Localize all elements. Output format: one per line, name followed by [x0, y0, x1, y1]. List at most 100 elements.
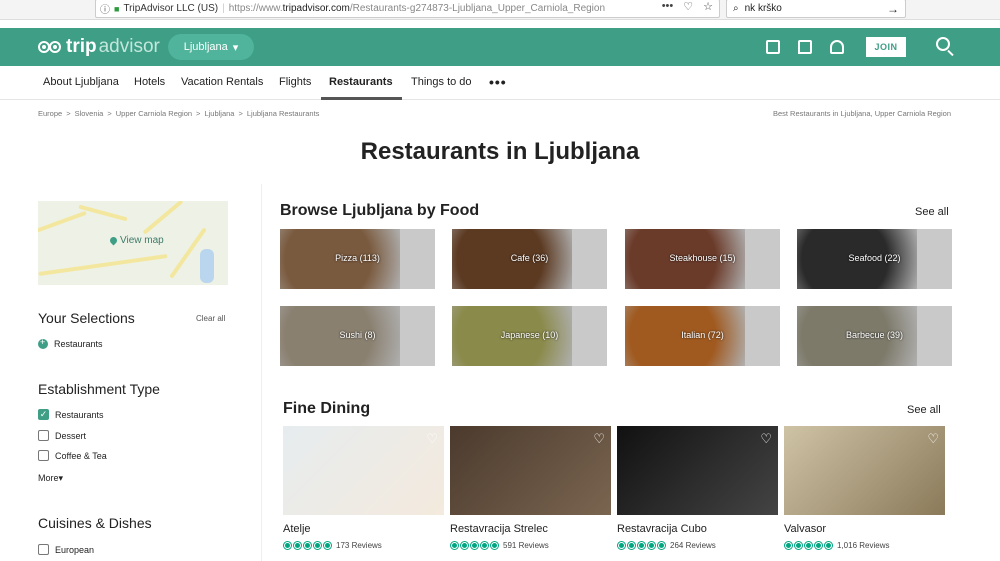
active-tab-indicator: [321, 97, 402, 100]
filter-coffee-tea[interactable]: Coffee & Tea: [38, 450, 107, 461]
filter-restaurants[interactable]: ✓ Restaurants: [38, 409, 104, 420]
checkbox[interactable]: [38, 430, 49, 441]
user-icon[interactable]: [830, 40, 844, 54]
map-thumbnail[interactable]: View map: [38, 201, 228, 285]
restaurant-name[interactable]: Valvasor: [784, 523, 945, 535]
food-category-tile[interactable]: Japanese (10): [452, 306, 607, 366]
nav-things-to-do[interactable]: Things to do: [411, 76, 472, 88]
filter-label: Coffee & Tea: [55, 450, 107, 461]
restaurant-photo[interactable]: ♡: [617, 426, 778, 515]
fine-dining-see-all-link[interactable]: See all: [907, 404, 941, 416]
food-category-tile[interactable]: Italian (72): [625, 306, 780, 366]
checkbox[interactable]: [38, 450, 49, 461]
restaurant-name[interactable]: Restavracija Cubo: [617, 523, 778, 535]
lock-icon: ■: [114, 3, 120, 14]
site-identity[interactable]: TripAdvisor LLC (US): [123, 3, 218, 14]
pocket-icon[interactable]: ♡: [683, 0, 693, 13]
rating-bubble: [804, 541, 813, 550]
briefcase-icon[interactable]: [766, 40, 780, 54]
cuisines-heading: Cuisines & Dishes: [38, 515, 152, 531]
breadcrumb-item[interactable]: Ljubljana: [204, 109, 234, 118]
review-count[interactable]: 1,016 Reviews: [837, 541, 889, 550]
rating-bubble: [480, 541, 489, 550]
breadcrumb-item[interactable]: Europe: [38, 109, 62, 118]
caret-down-icon: ▾: [58, 473, 64, 483]
nav-vacation-rentals[interactable]: Vacation Rentals: [181, 76, 263, 88]
more-label: More: [38, 473, 59, 483]
chat-icon[interactable]: [798, 40, 812, 54]
breadcrumb-page-heading: Best Restaurants in Ljubljana, Upper Car…: [772, 109, 951, 118]
page-actions-icon[interactable]: •••: [662, 0, 674, 13]
breadcrumb-item[interactable]: Slovenia: [75, 109, 104, 118]
more-filters-link[interactable]: More▾: [38, 473, 63, 484]
header-icons: JOIN: [766, 37, 906, 57]
remove-filter-icon[interactable]: [38, 337, 48, 349]
view-map-link[interactable]: View map: [108, 235, 164, 246]
review-count[interactable]: 591 Reviews: [503, 541, 549, 550]
your-selections-heading: Your Selections: [38, 310, 135, 326]
url-prefix: https://www.: [228, 3, 283, 14]
browser-search-input[interactable]: ⌕ nk krško →: [726, 0, 906, 18]
restaurant-photo[interactable]: ♡: [784, 426, 945, 515]
filter-dessert[interactable]: Dessert: [38, 430, 86, 441]
restaurant-card[interactable]: ♡ Restavracija Cubo 264 Reviews: [617, 426, 778, 550]
heart-icon[interactable]: ♡: [927, 431, 939, 447]
nav-flights[interactable]: Flights: [279, 76, 311, 88]
info-icon[interactable]: ⓘ: [100, 1, 110, 16]
restaurant-photo[interactable]: ♡: [450, 426, 611, 515]
rating-bubble: [814, 541, 823, 550]
rating-bubble: [647, 541, 656, 550]
food-category-tile[interactable]: Barbecue (39): [797, 306, 952, 366]
restaurant-card[interactable]: ♡ Valvasor 1,016 Reviews: [784, 426, 945, 550]
food-category-label: Pizza (113): [335, 253, 380, 263]
heart-icon[interactable]: ♡: [426, 431, 438, 447]
food-category-tile[interactable]: Pizza (113): [280, 229, 435, 289]
restaurant-photo[interactable]: ♡: [283, 426, 444, 515]
search-value: nk krško: [744, 3, 782, 14]
rating-bubbles-icon: [450, 541, 499, 550]
breadcrumb-item[interactable]: Upper Carniola Region: [116, 109, 192, 118]
restaurant-name[interactable]: Atelje: [283, 523, 444, 535]
rating-bubble: [824, 541, 833, 550]
food-category-tile[interactable]: Sushi (8): [280, 306, 435, 366]
food-category-label: Cafe (36): [510, 253, 549, 263]
heart-icon[interactable]: ♡: [593, 431, 605, 447]
rating-bubble: [794, 541, 803, 550]
nav-more-icon[interactable]: •••: [489, 74, 507, 90]
owl-logo-icon: [38, 40, 62, 54]
checkbox[interactable]: [38, 544, 49, 555]
food-category-label: Japanese (10): [500, 330, 559, 340]
nav-hotels[interactable]: Hotels: [134, 76, 165, 88]
heart-icon[interactable]: ♡: [760, 431, 772, 447]
nav-about[interactable]: About Ljubljana: [43, 76, 119, 88]
page-title: Restaurants in Ljubljana: [360, 138, 640, 165]
url-text[interactable]: https://www.tripadvisor.com/Restaurants-…: [229, 3, 619, 14]
rating-bubbles-icon: [283, 541, 332, 550]
search-go-icon[interactable]: →: [887, 2, 899, 16]
restaurant-card[interactable]: ♡ Restavracija Strelec 591 Reviews: [450, 426, 611, 550]
review-count[interactable]: 173 Reviews: [336, 541, 382, 550]
search-icon[interactable]: [936, 37, 950, 51]
restaurant-card[interactable]: ♡ Atelje 173 Reviews: [283, 426, 444, 550]
food-category-tile[interactable]: Seafood (22): [797, 229, 952, 289]
tripadvisor-logo[interactable]: trip advisor: [38, 36, 160, 58]
rating-bubbles-icon: [617, 541, 666, 550]
food-category-tile[interactable]: Steakhouse (15): [625, 229, 780, 289]
selected-filter[interactable]: Restaurants: [38, 337, 103, 349]
review-count[interactable]: 264 Reviews: [670, 541, 716, 550]
restaurant-name[interactable]: Restavracija Strelec: [450, 523, 611, 535]
city-selector[interactable]: Ljubljana ▾: [168, 34, 254, 60]
filter-european[interactable]: European: [38, 544, 94, 555]
bookmark-star-icon[interactable]: ☆: [703, 0, 713, 13]
nav-restaurants[interactable]: Restaurants: [329, 76, 393, 88]
food-category-tile[interactable]: Cafe (36): [452, 229, 607, 289]
city-name: Ljubljana: [183, 41, 228, 53]
food-category-label: Seafood (22): [848, 253, 901, 263]
join-button[interactable]: JOIN: [866, 37, 906, 57]
clear-all-link[interactable]: Clear all: [196, 314, 225, 323]
checkbox-checked[interactable]: ✓: [38, 409, 49, 420]
browse-see-all-link[interactable]: See all: [915, 206, 949, 218]
chevron-down-icon: ▾: [232, 41, 239, 54]
address-bar[interactable]: ⓘ ■ TripAdvisor LLC (US) | https://www.t…: [95, 0, 720, 18]
filter-label: Dessert: [55, 430, 87, 441]
